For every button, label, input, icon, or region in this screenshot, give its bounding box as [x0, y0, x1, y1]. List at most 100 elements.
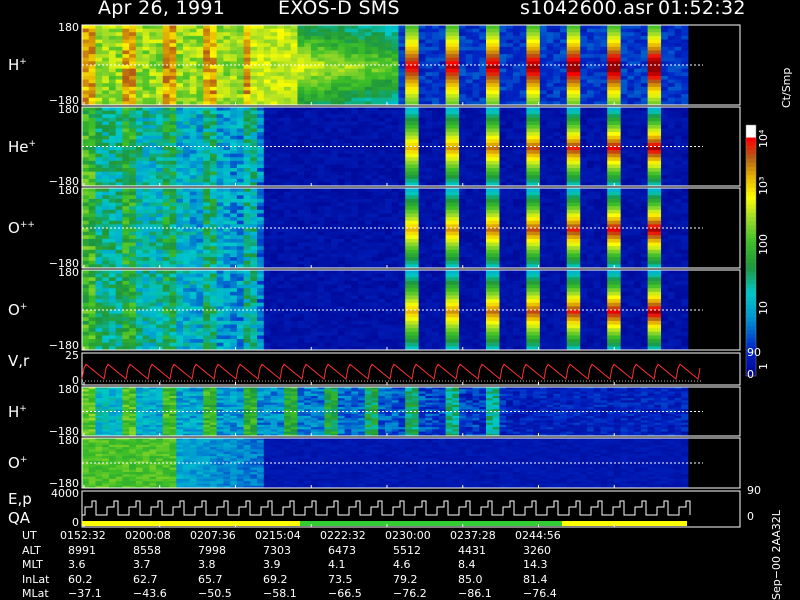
- heatmap-cell: [290, 228, 298, 233]
- heatmap-cell: [351, 90, 359, 95]
- heatmap-cell: [452, 39, 460, 44]
- heatmap-cell: [88, 68, 96, 73]
- heatmap-cell: [600, 164, 608, 169]
- heatmap-cell: [533, 139, 541, 144]
- heatmap-cell: [607, 43, 615, 48]
- heatmap-cell: [176, 209, 184, 214]
- heatmap-cell: [607, 175, 615, 180]
- heatmap-cell: [209, 249, 218, 254]
- heatmap-cell: [640, 79, 648, 84]
- heatmap-cell: [209, 238, 218, 243]
- heatmap-cell: [183, 46, 191, 51]
- heatmap-cell: [95, 246, 103, 251]
- heatmap-cell: [640, 68, 648, 73]
- heatmap-cell: [108, 249, 117, 254]
- heatmap-cell: [176, 157, 184, 162]
- heatmap-cell: [438, 114, 446, 119]
- heatmap-cell: [411, 171, 420, 176]
- heatmap-cell: [142, 39, 150, 44]
- heatmap-cell: [526, 94, 534, 99]
- heatmap-cell: [203, 86, 211, 91]
- heatmap-cell: [553, 90, 561, 95]
- heatmap-cell: [290, 188, 298, 193]
- heatmap-cell: [284, 195, 292, 200]
- heatmap-cell: [364, 253, 372, 258]
- heatmap-cell: [371, 228, 379, 233]
- heatmap-cell: [135, 79, 143, 84]
- heatmap-cell: [405, 68, 413, 73]
- heatmap-cell: [263, 65, 271, 70]
- heatmap-cell: [351, 157, 359, 162]
- heatmap-cell: [378, 191, 386, 196]
- heatmap-cell: [156, 54, 164, 59]
- heatmap-cell: [587, 164, 595, 169]
- heatmap-cell: [546, 139, 554, 144]
- heatmap-cell: [593, 57, 601, 62]
- heatmap-cell: [452, 46, 460, 51]
- heatmap-cell: [432, 132, 440, 137]
- heatmap-cell: [216, 231, 224, 236]
- heatmap-cell: [297, 209, 305, 214]
- heatmap-cell: [418, 65, 426, 70]
- heatmap-cell: [607, 107, 615, 111]
- heatmap-cell: [297, 90, 305, 95]
- heatmap-cell: [432, 117, 440, 122]
- heatmap-cell: [344, 83, 352, 88]
- heatmap-cell: [108, 231, 117, 236]
- heatmap-cell: [634, 72, 642, 77]
- heatmap-cell: [290, 206, 298, 211]
- heatmap-cell: [553, 178, 561, 183]
- heatmap-cell: [385, 121, 393, 126]
- heatmap-cell: [351, 32, 359, 37]
- heatmap-cell: [243, 117, 251, 122]
- heatmap-cell: [223, 124, 231, 129]
- heatmap-cell: [512, 107, 521, 111]
- heatmap-cell: [209, 195, 218, 200]
- heatmap-cell: [331, 160, 339, 165]
- heatmap-cell: [681, 75, 689, 80]
- heatmap-cell: [378, 153, 386, 158]
- heatmap-cell: [257, 97, 265, 102]
- heatmap-cell: [647, 178, 655, 183]
- heatmap-cell: [539, 90, 547, 95]
- heatmap-cell: [156, 94, 164, 99]
- heatmap-cell: [223, 97, 231, 102]
- heatmap-cell: [156, 50, 164, 55]
- heatmap-cell: [492, 83, 500, 88]
- heatmap-cell: [142, 153, 150, 158]
- heatmap-cell: [539, 43, 547, 48]
- heatmap-cell: [418, 46, 426, 51]
- heatmap-cell: [620, 168, 628, 173]
- heatmap-cell: [654, 54, 662, 59]
- heatmap-cell: [607, 75, 615, 80]
- heatmap-cell: [546, 110, 554, 115]
- heatmap-cell: [156, 209, 164, 214]
- heatmap-cell: [681, 135, 689, 140]
- heatmap-cell: [580, 153, 588, 158]
- heatmap-cell: [82, 246, 90, 251]
- heatmap-cell: [162, 198, 170, 203]
- heatmap-cell: [640, 39, 648, 44]
- heatmap-cell: [539, 175, 547, 180]
- heatmap-cell: [654, 57, 662, 62]
- heatmap-cell: [203, 242, 211, 247]
- heatmap-cell: [250, 72, 258, 77]
- heatmap-cell: [223, 46, 231, 51]
- heatmap-cell: [203, 191, 211, 196]
- heatmap-cell: [88, 249, 96, 254]
- heatmap-cell: [634, 117, 642, 122]
- heatmap-cell: [405, 72, 413, 77]
- heatmap-cell: [216, 175, 224, 180]
- heatmap-cell: [418, 79, 426, 84]
- heatmap-cell: [216, 86, 224, 91]
- heatmap-cell: [533, 146, 541, 151]
- heatmap-cell: [681, 32, 689, 37]
- heatmap-cell: [290, 94, 298, 99]
- heatmap-cell: [310, 90, 319, 95]
- heatmap-cell: [472, 65, 480, 70]
- heatmap-cell: [418, 72, 426, 77]
- heatmap-cell: [304, 206, 312, 211]
- heatmap-cell: [472, 124, 480, 129]
- heatmap-cell: [162, 157, 170, 162]
- heatmap-cell: [418, 153, 426, 158]
